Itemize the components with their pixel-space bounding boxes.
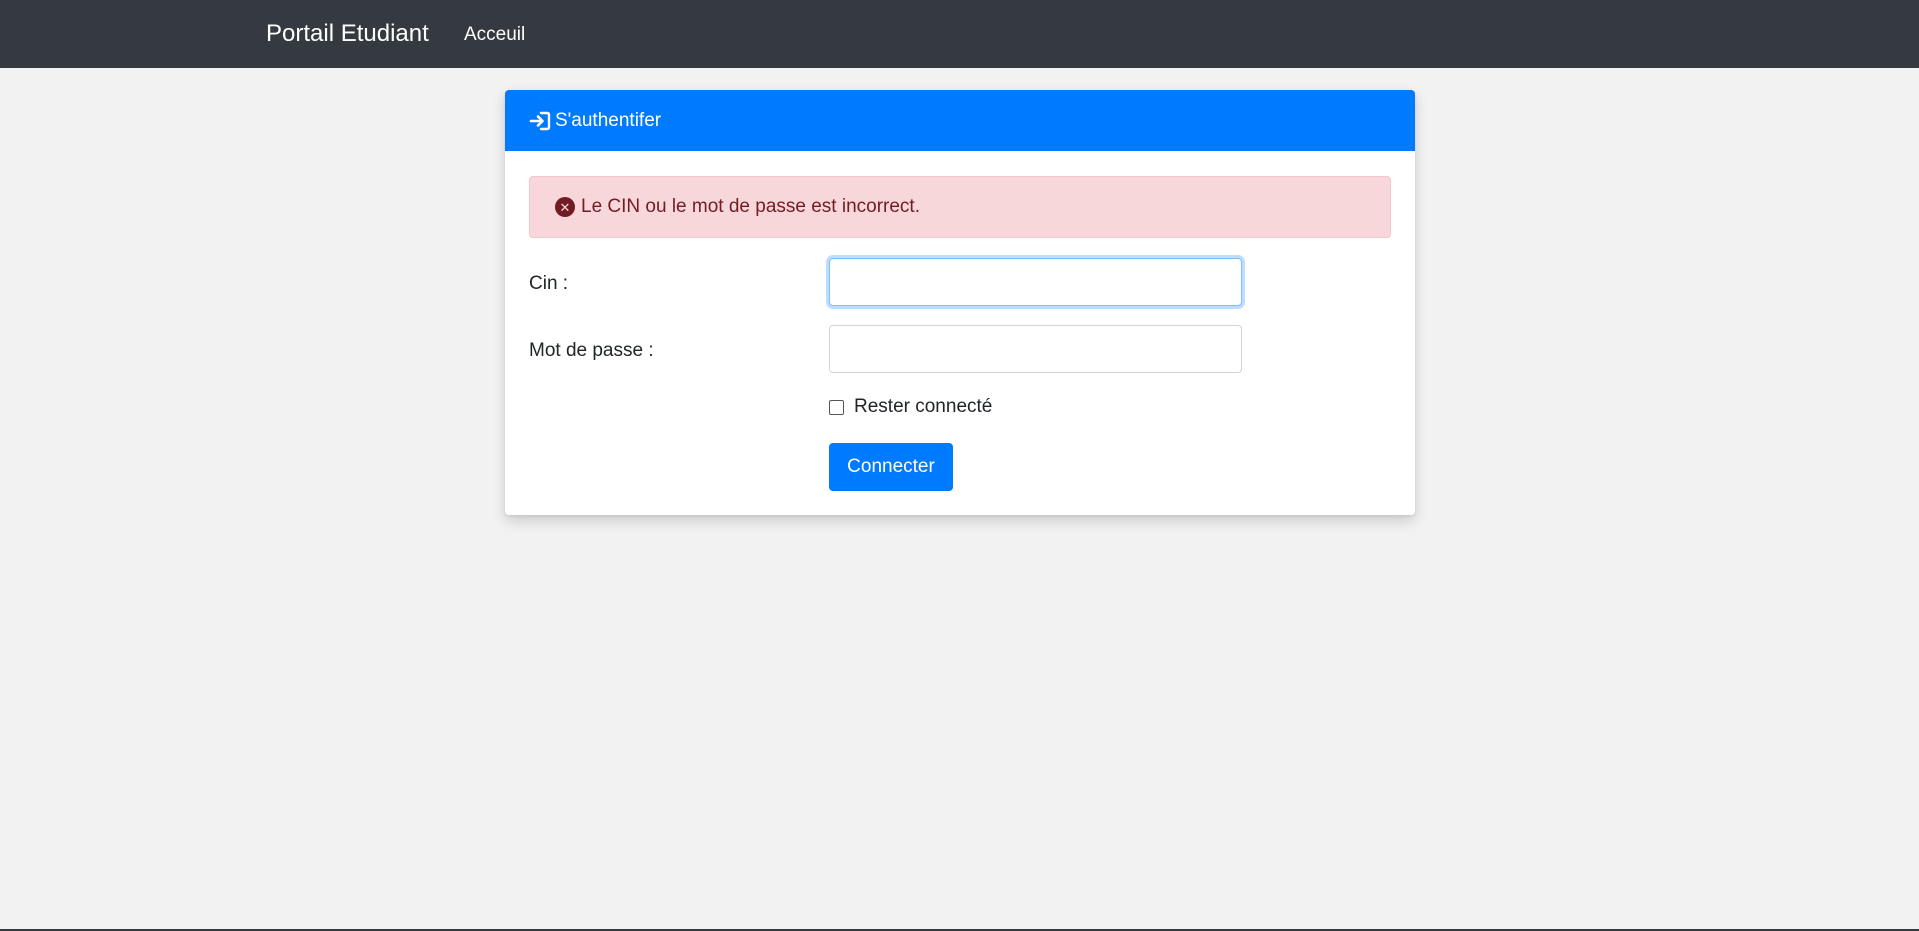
brand-link[interactable]: Portail Etudiant: [266, 20, 429, 48]
error-alert: ✕ Le CIN ou le mot de passe est incorrec…: [529, 176, 1391, 238]
cin-input[interactable]: [829, 258, 1242, 306]
password-input[interactable]: [829, 325, 1242, 373]
password-label: Mot de passe :: [529, 340, 654, 361]
remember-checkbox[interactable]: [829, 399, 844, 415]
login-card: S'authentifer ✕ Le CIN ou le mot de pass…: [505, 90, 1415, 515]
nav-link-acceuil[interactable]: Acceuil: [464, 23, 525, 47]
remember-row: Rester connecté: [829, 396, 992, 418]
remember-label[interactable]: Rester connecté: [854, 396, 992, 418]
circle-x-icon: ✕: [555, 197, 575, 217]
card-header: S'authentifer: [505, 90, 1415, 151]
navbar: Portail Etudiant Acceuil: [0, 0, 1919, 68]
sign-in-icon: [529, 110, 551, 132]
card-title: S'authentifer: [555, 109, 662, 131]
connect-button[interactable]: Connecter: [829, 443, 953, 491]
cin-label: Cin :: [529, 273, 569, 294]
alert-message: Le CIN ou le mot de passe est incorrect.: [581, 196, 920, 217]
